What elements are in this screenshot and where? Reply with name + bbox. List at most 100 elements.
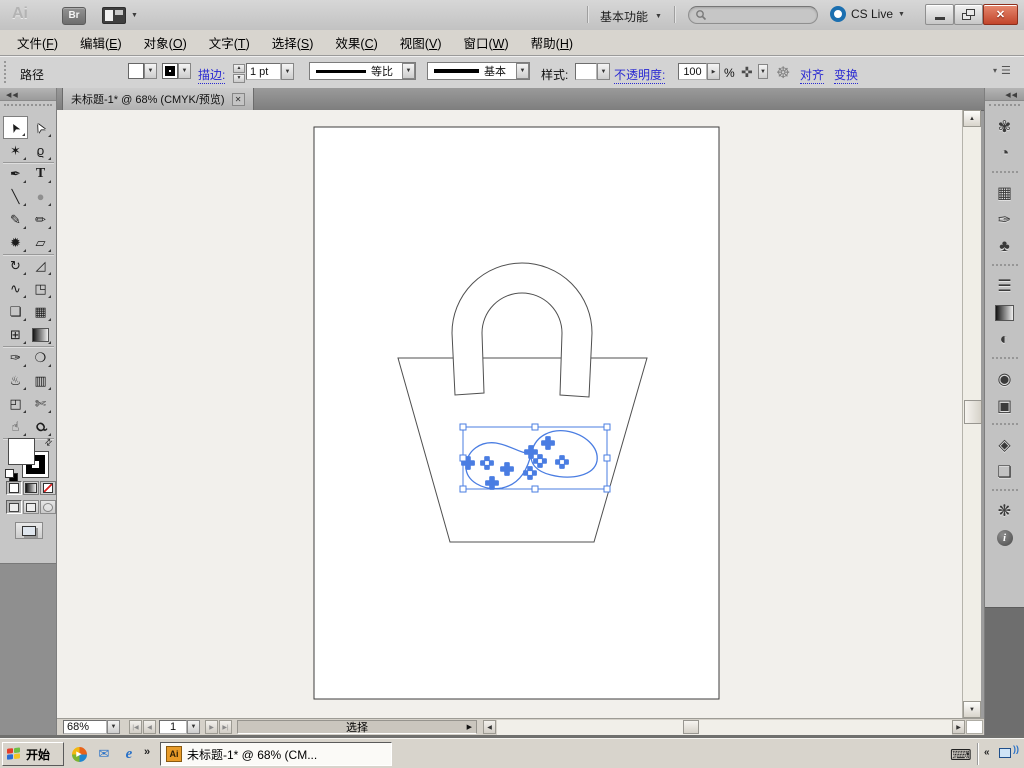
symbols-panel-icon[interactable]: ♣ xyxy=(985,233,1024,260)
stroke-color-dropdown[interactable]: ▼ xyxy=(162,63,191,79)
swatches-panel-icon[interactable]: ▦ xyxy=(985,179,1024,206)
draw-inside-button[interactable] xyxy=(40,500,56,514)
layers-panel-icon[interactable]: ◈ xyxy=(985,431,1024,458)
menu-object[interactable]: 对象(O) xyxy=(133,29,198,56)
direct-selection-tool[interactable]: ➤ xyxy=(28,116,53,139)
eraser-tool[interactable]: ▱ xyxy=(28,231,53,254)
start-button[interactable]: 开始 xyxy=(2,742,64,766)
style-field[interactable] xyxy=(575,63,597,80)
taskbar-document-button[interactable]: Ai 未标题-1* @ 68% (CM... xyxy=(160,742,392,766)
input-method-icon[interactable]: ⌨ xyxy=(950,746,972,764)
horizontal-scrollbar[interactable] xyxy=(497,720,952,735)
panel-menu-icon[interactable]: ☰ xyxy=(1001,64,1011,77)
width-tool[interactable]: ∿ xyxy=(3,277,28,300)
graphic-styles-panel-icon[interactable]: ▣ xyxy=(985,392,1024,419)
selection-handle[interactable] xyxy=(604,424,610,430)
column-graph-tool[interactable]: ▥ xyxy=(28,369,53,392)
scroll-right-icon[interactable]: ▶ xyxy=(952,720,965,734)
selection-handle[interactable] xyxy=(460,424,466,430)
menu-window[interactable]: 窗口(W) xyxy=(452,29,519,56)
opacity-field[interactable]: 100 xyxy=(678,63,707,80)
ellipse-tool[interactable]: ● xyxy=(28,185,53,208)
document-tab[interactable]: 未标题-1* @ 68% (CMYK/预览) ✕ xyxy=(62,88,254,110)
status-menu-icon[interactable]: ▶ xyxy=(467,723,472,731)
selection-handle[interactable] xyxy=(604,486,610,492)
opacity-spinner[interactable]: ▶ xyxy=(707,63,720,80)
cs-live-menu[interactable]: CS Live ▼ xyxy=(830,6,905,22)
brushes-panel-icon[interactable]: ✑ xyxy=(985,206,1024,233)
color-guide-panel-icon[interactable]: ◔ xyxy=(985,140,1024,167)
spin-up-icon[interactable]: ▲ xyxy=(233,64,245,73)
next-artboard-button[interactable]: ▶ xyxy=(205,720,218,734)
free-transform-tool[interactable]: ◳ xyxy=(28,277,53,300)
select-similar-icon[interactable]: ✜ xyxy=(741,64,753,81)
gradient-panel-icon[interactable] xyxy=(985,299,1024,326)
fill-proxy-swatch[interactable] xyxy=(8,438,35,465)
zoom-tool[interactable]: Q xyxy=(28,415,53,438)
scale-tool[interactable]: ◿ xyxy=(28,254,53,277)
dock-collapse-button[interactable]: ◀◀ xyxy=(985,88,1024,101)
selected-anchor-point[interactable] xyxy=(528,471,532,475)
recolor-artwork-icon[interactable]: ☸ xyxy=(776,63,790,83)
selection-handle[interactable] xyxy=(532,424,538,430)
draw-normal-button[interactable] xyxy=(6,500,22,514)
stroke-panel-icon[interactable]: ☰ xyxy=(985,272,1024,299)
arrange-documents-button[interactable]: ▼ xyxy=(102,7,138,24)
minimize-button[interactable] xyxy=(925,4,954,25)
width-profile-dropdown[interactable]: 等比 ▼ xyxy=(309,62,416,80)
hand-tool[interactable]: ☝ xyxy=(3,415,28,438)
menu-file[interactable]: 文件(F) xyxy=(6,29,69,56)
magic-wand-tool[interactable]: ✶ xyxy=(3,139,28,162)
artboard-tool[interactable]: ◰ xyxy=(3,392,28,415)
navigator-panel-icon[interactable]: ❋ xyxy=(985,497,1024,524)
stroke-weight-field[interactable]: 1 pt xyxy=(246,63,281,80)
paintbrush-tool[interactable]: ✎ xyxy=(3,208,28,231)
spin-down-icon[interactable]: ▼ xyxy=(233,74,245,83)
scroll-left-icon[interactable]: ◀ xyxy=(483,720,496,734)
info-panel-icon[interactable]: i xyxy=(985,524,1024,551)
selected-anchor-point[interactable] xyxy=(485,461,489,465)
canvas-viewport[interactable] xyxy=(57,110,962,718)
fill-color-dropdown[interactable]: ▼ xyxy=(128,63,157,79)
zoom-level-field[interactable]: 68% xyxy=(63,720,107,734)
panel-menu-arrow-icon[interactable]: ▾ xyxy=(993,66,997,75)
status-display[interactable]: 选择 ▶ xyxy=(237,720,477,734)
transparency-panel-icon[interactable]: ◐ xyxy=(985,326,1024,353)
selected-anchor-point[interactable] xyxy=(560,460,564,464)
menu-view[interactable]: 视图(V) xyxy=(389,29,453,56)
menu-effect[interactable]: 效果(C) xyxy=(324,29,388,56)
lasso-tool[interactable]: ϱ xyxy=(28,139,53,162)
selection-handle[interactable] xyxy=(460,455,466,461)
slice-tool[interactable]: ✄ xyxy=(28,392,53,415)
network-tray-icon[interactable]: )) xyxy=(999,746,1019,762)
zoom-dropdown[interactable]: ▼ xyxy=(107,720,120,734)
stroke-weight-dropdown[interactable]: ▼ xyxy=(281,63,294,80)
mesh-tool[interactable]: ⊞ xyxy=(3,323,28,346)
transform-panel-link[interactable]: 变换 xyxy=(834,66,858,84)
symbol-sprayer-tool[interactable]: ♨ xyxy=(3,369,28,392)
search-input[interactable] xyxy=(688,6,818,24)
blend-tool[interactable]: ❍ xyxy=(28,346,53,369)
restore-button[interactable] xyxy=(954,4,983,25)
eyedropper-tool[interactable]: ✑ xyxy=(3,346,28,369)
shape-builder-tool[interactable]: ❏ xyxy=(3,300,28,323)
toolbox-collapse-button[interactable]: ◀◀ xyxy=(0,88,56,101)
tab-close-icon[interactable]: ✕ xyxy=(232,93,245,106)
style-dropdown[interactable]: ▼ xyxy=(597,63,610,80)
stroke-panel-link[interactable]: 描边: xyxy=(198,66,225,84)
artboards-panel-icon[interactable]: ❏ xyxy=(985,458,1024,485)
menu-select[interactable]: 选择(S) xyxy=(261,29,325,56)
panel-drag-handle[interactable] xyxy=(4,61,9,83)
line-segment-tool[interactable]: ╲ xyxy=(3,185,28,208)
color-mode-button[interactable] xyxy=(6,481,22,495)
menu-help[interactable]: 帮助(H) xyxy=(520,29,584,56)
toolbox-drag-handle[interactable] xyxy=(4,104,52,110)
menu-edit[interactable]: 编辑(E) xyxy=(69,29,133,56)
perspective-grid-tool[interactable]: ▦ xyxy=(28,300,53,323)
media-player-icon[interactable]: ▶ xyxy=(70,745,88,763)
canvas-svg[interactable] xyxy=(57,110,962,718)
rotate-tool[interactable]: ↻ xyxy=(3,254,28,277)
pen-tool[interactable]: ✒ xyxy=(3,162,28,185)
color-panel-icon[interactable]: ✾ xyxy=(985,113,1024,140)
appearance-panel-icon[interactable]: ◉ xyxy=(985,365,1024,392)
